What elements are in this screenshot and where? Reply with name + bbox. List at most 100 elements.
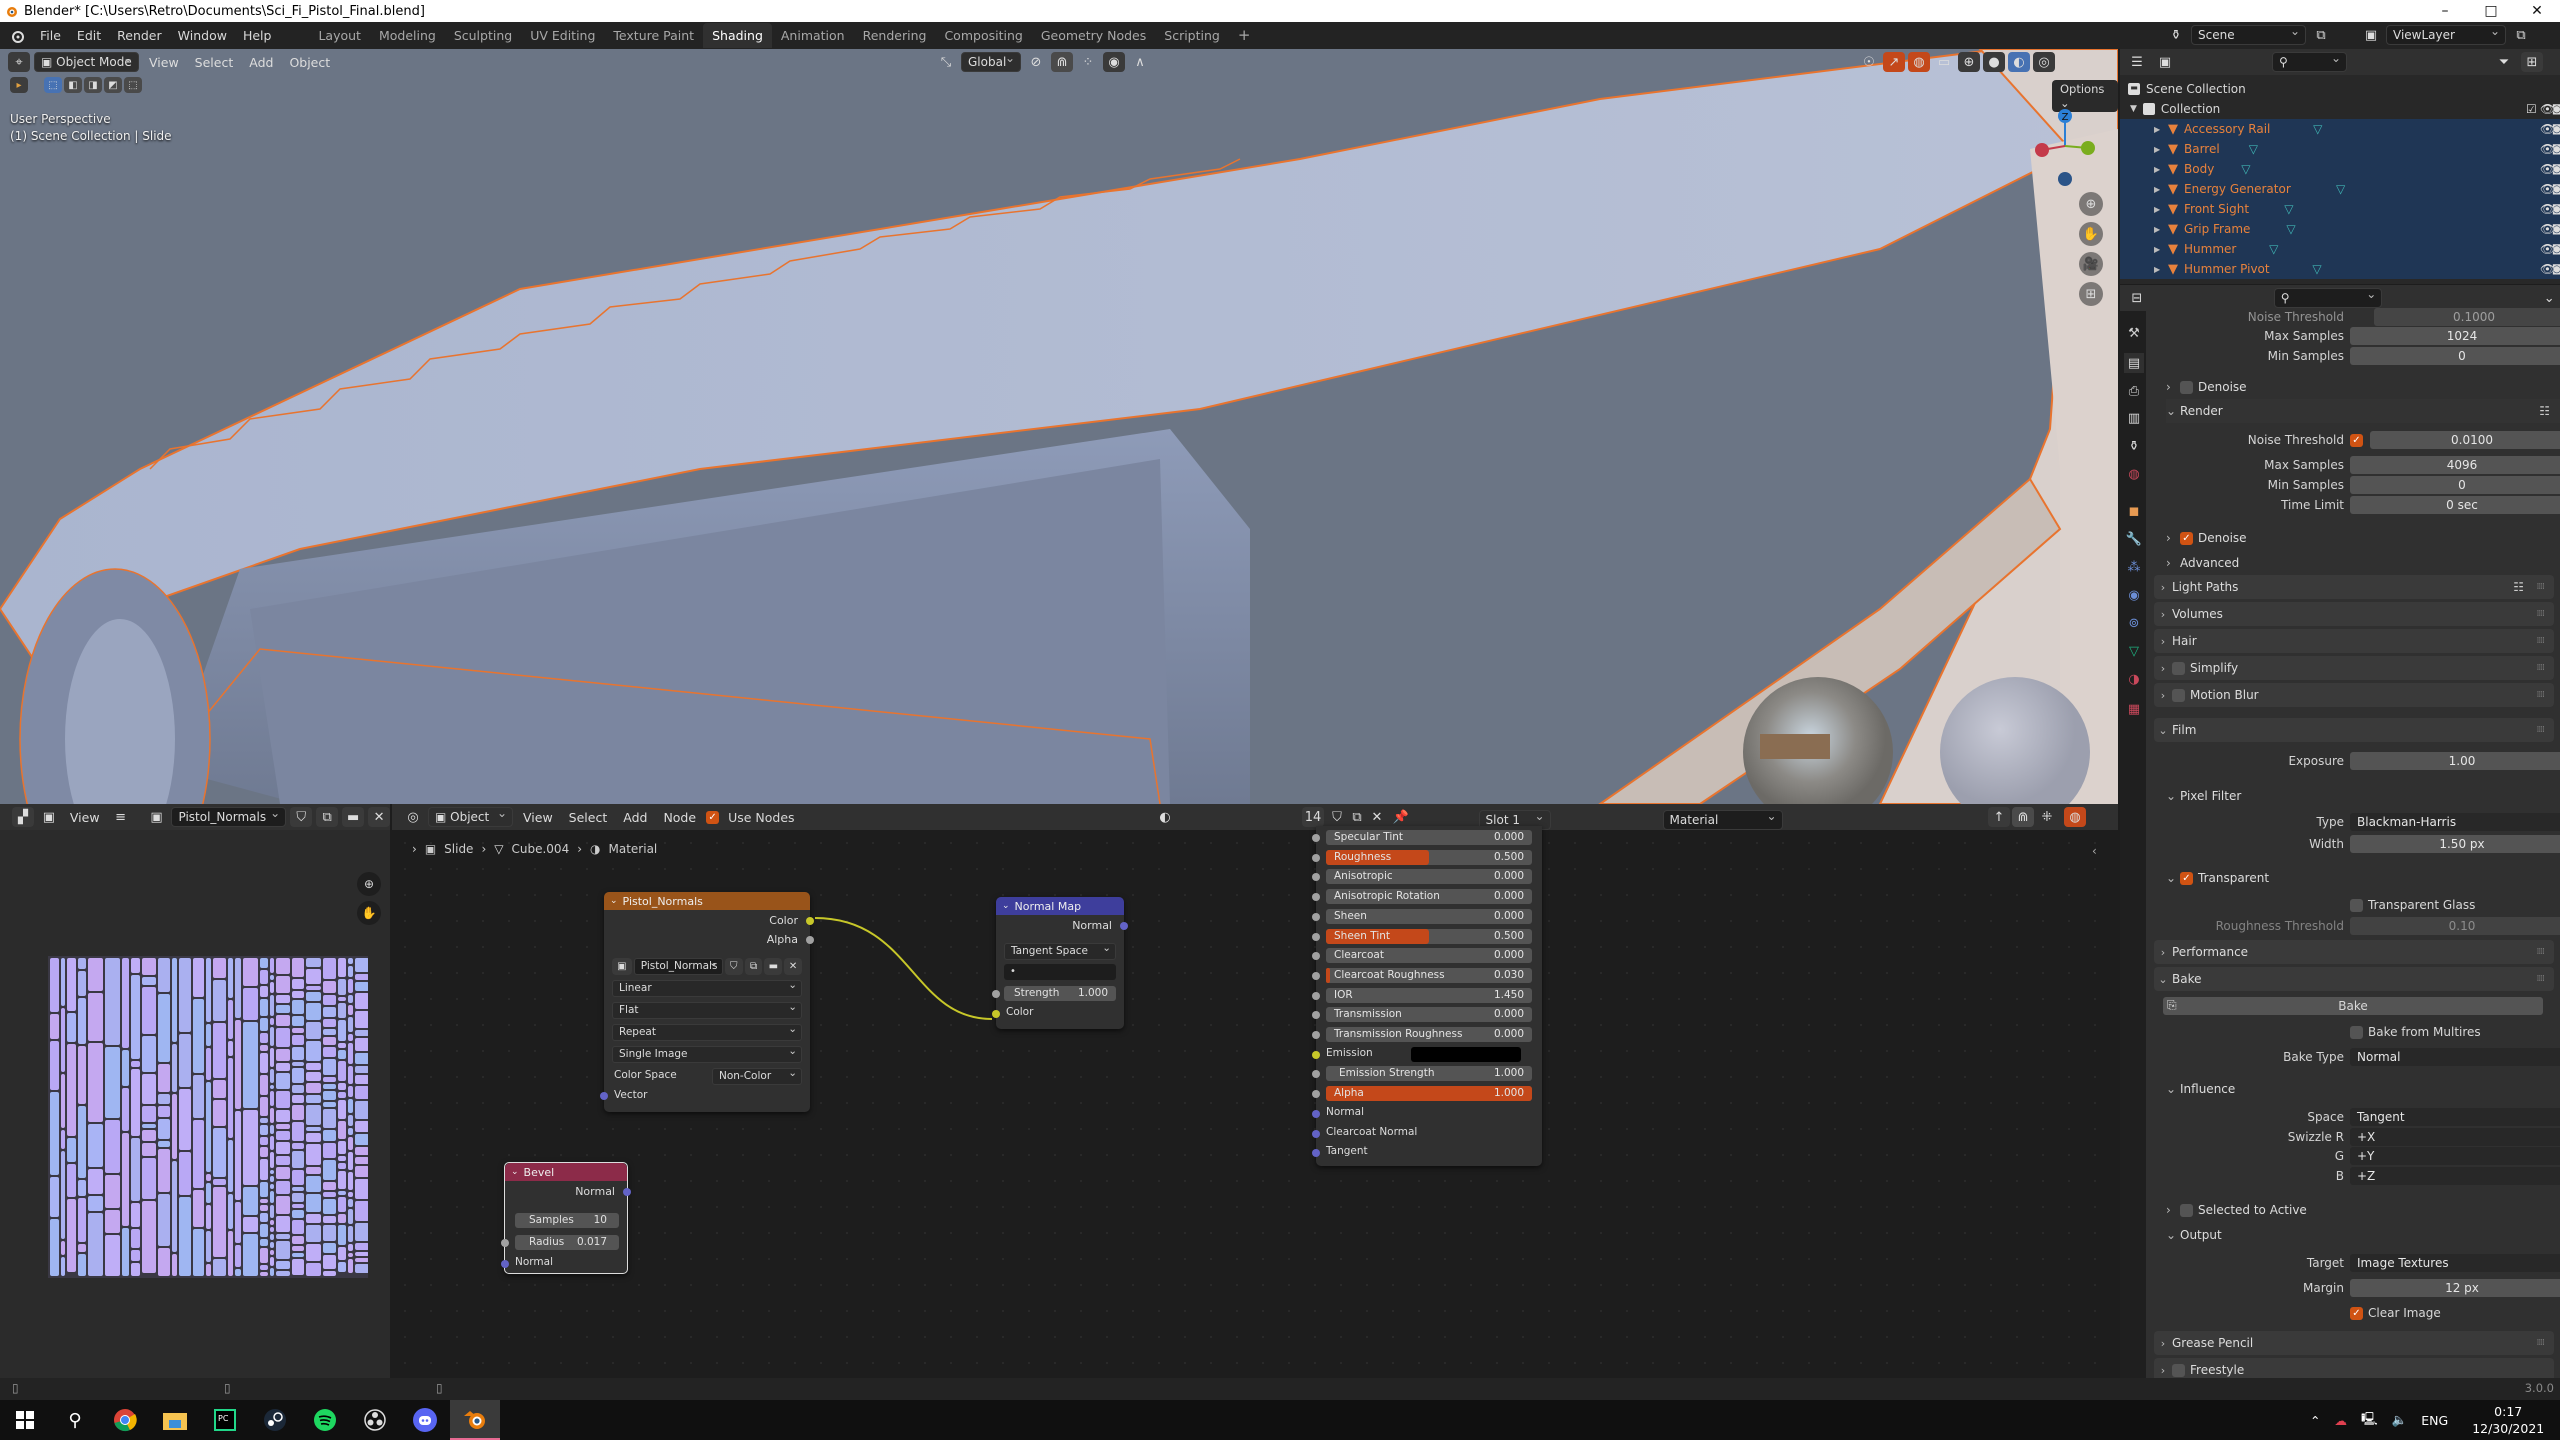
particles-tab-icon[interactable]: ⁂ xyxy=(2124,557,2144,577)
normal-map-space-dropdown[interactable]: Tangent Space xyxy=(1004,941,1116,960)
exclude-checkbox[interactable]: ☑ xyxy=(2526,102,2537,116)
taskbar-steam[interactable] xyxy=(250,1400,300,1440)
select-extend-icon[interactable]: ◧ xyxy=(64,77,82,93)
interpolation-dropdown[interactable]: Linear xyxy=(612,978,802,997)
outliner-object-item[interactable]: ▶ ▼ Hummer Pivot ▽ 👁 ◙ xyxy=(2120,259,2560,279)
render-denoise-checkbox[interactable]: ✓ xyxy=(2180,531,2193,545)
mesh-data-icon[interactable]: ▽ xyxy=(2255,242,2278,256)
tab-rendering[interactable]: Rendering xyxy=(854,23,936,48)
outliner-scene-collection[interactable]: ▬ Scene Collection xyxy=(2120,79,2560,99)
transform-orientation-dropdown[interactable]: Global xyxy=(961,51,1021,72)
viewport-menu-select[interactable]: Select xyxy=(189,55,240,70)
alpha-input-socket[interactable] xyxy=(1312,1090,1320,1099)
scene-tab-icon[interactable]: ⚱ xyxy=(2124,436,2144,456)
simplify-panel-header[interactable]: › Simplify ⁞⁞⁞⁞ xyxy=(2154,656,2554,680)
tab-modeling[interactable]: Modeling xyxy=(370,23,445,48)
bsdf-field-sheen[interactable]: Sheen 0.000 xyxy=(1326,908,1532,924)
hamburger-menu-icon[interactable]: ≡ xyxy=(110,807,132,827)
viewport-menu-view[interactable]: View xyxy=(143,55,185,70)
taskbar-pycharm[interactable]: PC xyxy=(200,1400,250,1440)
output-subpanel[interactable]: ⌄ Output xyxy=(2166,1223,2560,1247)
mesh-data-icon[interactable]: ▽ xyxy=(2235,142,2258,156)
bake-from-multires-checkbox[interactable] xyxy=(2350,1025,2363,1039)
snap-target-icon[interactable]: ⁘ xyxy=(1077,52,1099,72)
menu-window[interactable]: Window xyxy=(170,22,235,49)
snap-toggle-icon[interactable]: ⋒ xyxy=(1051,52,1073,72)
pan-hand-icon[interactable]: ✋ xyxy=(2079,222,2103,246)
image-pan-hand-icon[interactable]: ✋ xyxy=(357,901,381,925)
tray-overflow-chevron-icon[interactable]: ⌃ xyxy=(2310,1413,2320,1428)
outliner-editor-type-icon[interactable]: ☰ xyxy=(2126,52,2148,72)
render-camera-icon[interactable]: ◙ xyxy=(2552,264,2560,275)
bsdf-field-anisotropic-rotation[interactable]: Anisotropic Rotation 0.000 xyxy=(1326,889,1532,905)
tab-uv-editing[interactable]: UV Editing xyxy=(521,23,604,48)
extension-dropdown[interactable]: Repeat xyxy=(612,1022,802,1041)
emission-strength-socket[interactable] xyxy=(1312,1070,1320,1079)
image-menu-view[interactable]: View xyxy=(64,810,106,825)
bsdf-field-transmission[interactable]: Transmission 0.000 xyxy=(1326,1007,1532,1023)
mesh-data-icon[interactable]: ▽ xyxy=(2298,262,2321,276)
image-zoom-icon[interactable]: ⊕ xyxy=(357,872,381,896)
duplicate-image-icon[interactable]: ⧉ xyxy=(316,807,339,827)
collapse-arrow-icon[interactable]: ⌄ xyxy=(511,1167,519,1177)
start-button[interactable] xyxy=(0,1400,50,1440)
bsdf-field-anisotropic[interactable]: Anisotropic 0.000 xyxy=(1326,869,1532,885)
transparent-subpanel[interactable]: ⌄ ✓ Transparent xyxy=(2166,866,2560,890)
tool-tab-icon[interactable]: ⚒ xyxy=(2124,323,2144,343)
hair-panel-header[interactable]: › Hair ⁞⁞⁞⁞ xyxy=(2154,629,2554,653)
render-camera-icon[interactable]: ◙ xyxy=(2552,184,2560,195)
taskbar-blender-active[interactable] xyxy=(450,1400,500,1440)
collapse-arrow-icon[interactable]: ⌄ xyxy=(1002,901,1010,911)
select-intersect-icon[interactable]: ⬚ xyxy=(124,77,142,93)
uv-map-field[interactable]: • xyxy=(1004,964,1116,980)
bsdf-input-socket[interactable] xyxy=(1312,971,1320,980)
bake-margin-field[interactable]: 12 px xyxy=(2350,1279,2560,1297)
bake-target-dropdown[interactable]: Image Textures xyxy=(2350,1251,2560,1272)
properties-editor-type-icon[interactable]: ⊟ xyxy=(2126,288,2148,308)
fake-user-shield-icon[interactable]: ⛉ xyxy=(724,958,743,975)
outliner-object-item[interactable]: ▶ ▼ Body ▽ 👁 ◙ xyxy=(2120,159,2560,179)
fake-user-shield-icon[interactable]: ⛉ xyxy=(290,807,313,827)
taskbar-discord[interactable] xyxy=(400,1400,450,1440)
image-name-field[interactable]: Pistol_Normals xyxy=(171,806,287,827)
image-view-icon[interactable]: ▣ xyxy=(38,807,60,827)
noise-threshold-field[interactable]: 0.0100 xyxy=(2370,431,2560,449)
vector-input-socket[interactable] xyxy=(1312,1109,1320,1118)
filter-icon[interactable]: ⏷ xyxy=(2493,52,2515,72)
outliner-object-item[interactable]: ▶ ▼ Accessory Rail ▽ 👁 ◙ xyxy=(2120,119,2560,139)
render-max-samples-field[interactable]: 4096 xyxy=(2350,456,2560,474)
drag-grip-icon[interactable]: ⁞⁞⁞⁞ xyxy=(2537,725,2546,735)
viewport-menu-add[interactable]: Add xyxy=(243,55,279,70)
emission-input-socket[interactable] xyxy=(1312,1050,1320,1059)
solid-shading-icon[interactable]: ● xyxy=(1983,52,2005,72)
transparent-checkbox[interactable]: ✓ xyxy=(2180,871,2193,885)
tab-animation[interactable]: Animation xyxy=(772,23,854,48)
image-browse-icon[interactable]: ▣ xyxy=(146,807,168,827)
tab-compositing[interactable]: Compositing xyxy=(935,23,1031,48)
taskbar-file-explorer[interactable] xyxy=(150,1400,200,1440)
menu-render[interactable]: Render xyxy=(109,22,170,49)
bake-button[interactable]: ⎘ Bake xyxy=(2163,997,2543,1015)
duplicate-image-icon[interactable]: ⧉ xyxy=(744,958,763,975)
bsdf-field-emission-strength[interactable]: Emission Strength 1.000 xyxy=(1326,1066,1532,1082)
motion-blur-checkbox[interactable] xyxy=(2172,688,2185,702)
samples-field[interactable]: Samples 10 xyxy=(515,1213,619,1228)
motion-blur-panel-header[interactable]: › Motion Blur ⁞⁞⁞⁞ xyxy=(2154,683,2554,707)
viewport-menu-object[interactable]: Object xyxy=(283,55,336,70)
zoom-icon[interactable]: ⊕ xyxy=(2079,192,2103,216)
bsdf-input-socket[interactable] xyxy=(1312,952,1320,961)
mode-dropdown[interactable]: ▣ Object Mode xyxy=(34,51,139,72)
expand-arrow-icon[interactable]: ▶ xyxy=(2154,225,2168,234)
wireframe-shading-icon[interactable]: ⊕ xyxy=(1958,52,1980,72)
scene-field[interactable]: Scene xyxy=(2191,24,2306,45)
simplify-checkbox[interactable] xyxy=(2172,661,2185,675)
pixel-filter-subpanel[interactable]: ⌄ Pixel Filter xyxy=(2166,784,2560,808)
bsdf-input-socket[interactable] xyxy=(1312,893,1320,902)
proportional-edit-icon[interactable]: ◉ xyxy=(1103,52,1125,72)
bsdf-input-socket[interactable] xyxy=(1312,834,1320,842)
viewlayer-icon[interactable]: ▣ xyxy=(2360,25,2382,45)
performance-panel-header[interactable]: › Performance ⁞⁞⁞⁞ xyxy=(2154,940,2554,964)
exposure-field[interactable]: 1.00 xyxy=(2350,752,2560,770)
perspective-toggle-icon[interactable]: ⊞ xyxy=(2079,282,2103,306)
render-min-samples-field[interactable]: 0 xyxy=(2350,476,2560,494)
